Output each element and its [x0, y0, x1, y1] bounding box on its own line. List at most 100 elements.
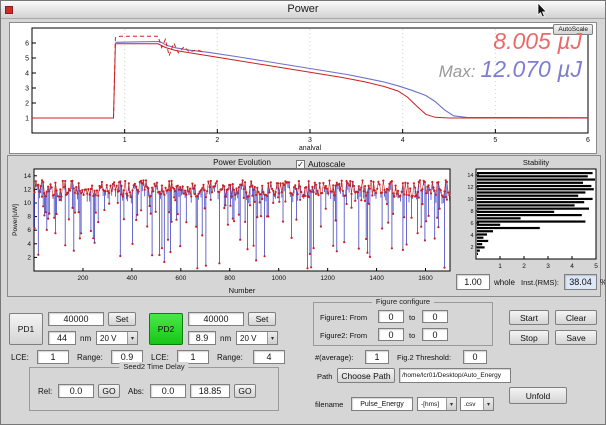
max-energy-value: 12.070	[480, 56, 550, 82]
svg-text:4: 4	[27, 241, 31, 248]
chevron-down-icon: ▾	[267, 332, 277, 344]
svg-text:2: 2	[470, 245, 473, 251]
middle-plots-panel: Power Evolution2004006008001000120014001…	[7, 155, 601, 297]
average-field[interactable]: 1	[365, 350, 389, 364]
pd1-nm-label: nm	[80, 334, 91, 343]
svg-text:3: 3	[25, 86, 29, 93]
svg-text:6: 6	[27, 227, 31, 234]
mouse-cursor-icon	[537, 3, 548, 18]
svg-text:4: 4	[470, 233, 473, 239]
svg-text:1000: 1000	[271, 275, 286, 282]
max-energy-readout: Max:12.070 µJ	[439, 56, 582, 83]
svg-text:Number: Number	[229, 286, 256, 295]
svg-text:1200: 1200	[320, 275, 335, 282]
filename-label: filename	[315, 400, 343, 409]
abs-label: Abs:	[128, 387, 144, 396]
svg-text:Power Evolution: Power Evolution	[213, 158, 271, 167]
svg-text:5: 5	[25, 56, 29, 63]
svg-text:800: 800	[224, 275, 235, 282]
pd1-wavelength-field[interactable]: 44	[48, 331, 76, 345]
autoscale-checkbox[interactable]: ✓ Autoscale	[296, 159, 345, 169]
figure2-to-label: to	[409, 331, 415, 340]
svg-text:6: 6	[470, 221, 473, 227]
save-button[interactable]: Save	[555, 330, 597, 345]
pd2-button[interactable]: PD2	[149, 313, 183, 345]
max-energy-unit: µJ	[557, 56, 582, 82]
timestamp-format-value: -[hms]	[421, 401, 439, 408]
svg-text:2: 2	[522, 263, 526, 270]
clear-button[interactable]: Clear	[555, 310, 597, 325]
inst-rms-field[interactable]: 38.04	[564, 274, 597, 290]
stop-button[interactable]: Stop	[509, 330, 549, 345]
path-label: Path	[317, 372, 332, 381]
pd1-voltage-select[interactable]: 20 V ▾	[96, 331, 138, 345]
svg-text:14: 14	[467, 173, 473, 179]
svg-text:1600: 1600	[418, 275, 433, 282]
chevron-down-icon: ▾	[483, 398, 493, 410]
figure-configure-title: Figure configure	[372, 297, 434, 306]
unfold-button[interactable]: Unfold	[509, 387, 567, 404]
abs-go-button[interactable]: GO	[234, 384, 256, 398]
window-title: Power	[287, 3, 318, 15]
pd2-voltage-select[interactable]: 20 V ▾	[236, 331, 278, 345]
svg-text:3: 3	[546, 263, 550, 270]
filename-field[interactable]: Pulse_Energy	[351, 397, 413, 411]
lce1-field[interactable]: 1	[37, 350, 69, 364]
figure1-from-field[interactable]: 0	[378, 310, 404, 323]
inst-rms-label: Inst.(RMS):	[521, 278, 559, 287]
range2-field[interactable]: 4	[253, 350, 285, 364]
fig2-threshold-label: Fig.2 Threshold:	[397, 353, 451, 362]
whole-stability-field[interactable]: 1.00	[456, 274, 490, 290]
pd1-voltage-value: 20 V	[100, 334, 116, 343]
svg-text:5: 5	[594, 263, 598, 270]
svg-text:6: 6	[25, 41, 29, 48]
figure2-to-field[interactable]: 0	[422, 328, 448, 341]
average-label: #(average):	[315, 353, 353, 362]
svg-text:14: 14	[24, 173, 32, 180]
current-energy-unit: µJ	[557, 28, 582, 54]
current-energy-value: 8.005	[493, 28, 551, 54]
svg-text:1: 1	[25, 116, 29, 123]
stability-plot-svg[interactable]: Stability123452468101214	[460, 157, 602, 275]
figure1-from-label: Figure1: From	[320, 313, 367, 322]
figure-configure-group: Figure configure Figure1: From 0 to 0 Fi…	[313, 302, 493, 346]
abs-field[interactable]: 0.0	[150, 384, 186, 398]
abs-position-field[interactable]: 18.85	[190, 384, 230, 398]
range1-label: Range:	[77, 353, 103, 362]
power-evolution-plot-svg[interactable]: Power Evolution2004006008001000120014001…	[10, 157, 456, 297]
pd1-gain-field[interactable]: 40000	[48, 312, 104, 326]
whole-label: whole	[494, 278, 515, 287]
svg-text:400: 400	[126, 275, 137, 282]
fig2-threshold-field[interactable]: 0	[463, 350, 487, 364]
svg-text:12: 12	[24, 186, 32, 193]
rel-go-button[interactable]: GO	[98, 384, 120, 398]
record-indicator-icon	[5, 6, 13, 14]
pd2-wavelength-field[interactable]: 8.9	[188, 331, 216, 345]
rel-field[interactable]: 0.0	[58, 384, 94, 398]
svg-text:2: 2	[25, 101, 29, 108]
svg-text:2: 2	[215, 137, 219, 144]
svg-text:2: 2	[27, 254, 31, 261]
svg-text:200: 200	[78, 275, 89, 282]
svg-text:4: 4	[25, 71, 29, 78]
path-field[interactable]: /home/lcr01/Desktop/Auto_Energy	[399, 368, 511, 383]
svg-text:6: 6	[586, 137, 590, 144]
pd1-button[interactable]: PD1	[9, 313, 43, 345]
title-bar[interactable]: Power	[1, 1, 605, 19]
timestamp-format-select[interactable]: -[hms] ▾	[417, 397, 457, 411]
checkbox-check-icon: ✓	[296, 160, 305, 169]
file-extension-select[interactable]: .csv ▾	[460, 397, 494, 411]
autoscale-checkbox-label: Autoscale	[308, 159, 345, 169]
pd2-gain-field[interactable]: 40000	[188, 312, 244, 326]
pd2-set-button[interactable]: Set	[248, 312, 276, 326]
choose-path-button[interactable]: Choose Path	[337, 368, 395, 383]
pd1-set-button[interactable]: Set	[108, 312, 136, 326]
rel-label: Rel:	[38, 387, 52, 396]
current-energy-readout: 8.005 µJ	[493, 28, 582, 55]
figure1-to-field[interactable]: 0	[422, 310, 448, 323]
svg-text:5: 5	[493, 137, 497, 144]
svg-text:Power[uW]: Power[uW]	[12, 204, 19, 236]
svg-text:4: 4	[570, 263, 574, 270]
figure2-from-field[interactable]: 0	[378, 328, 404, 341]
start-button[interactable]: Start	[509, 310, 549, 325]
